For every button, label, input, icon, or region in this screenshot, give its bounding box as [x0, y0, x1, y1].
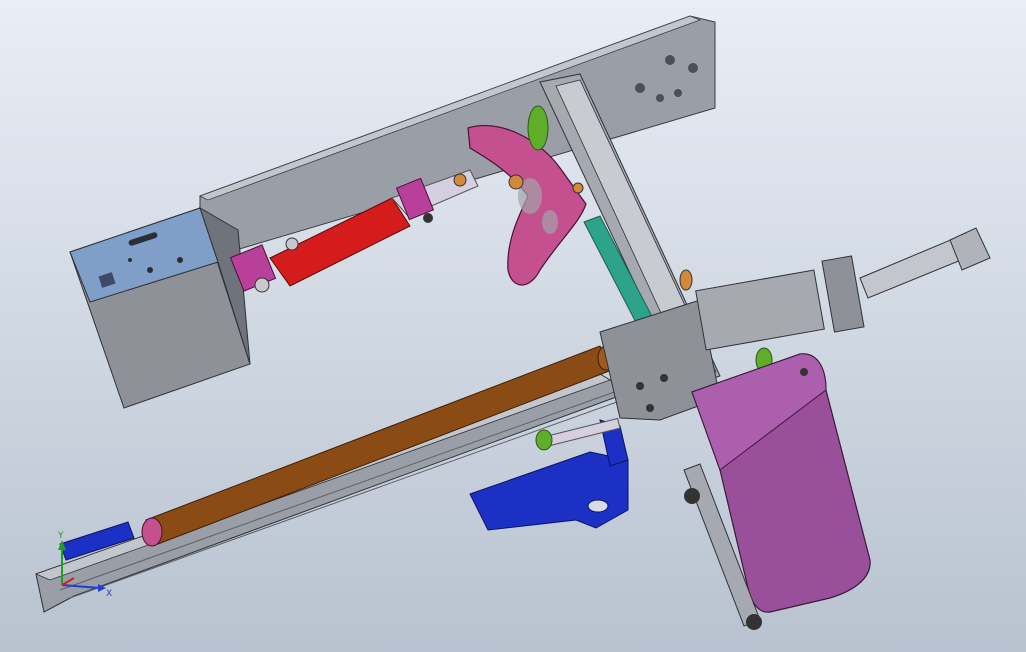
gripper-assembly[interactable] — [679, 227, 991, 373]
control-box[interactable] — [69, 206, 251, 409]
purple-motor-housing[interactable] — [691, 353, 871, 613]
cad-model-canvas[interactable]: Y X — [0, 0, 1026, 652]
triad-x-label: X — [106, 589, 112, 599]
triad-y-label: Y — [57, 531, 64, 541]
cad-viewport[interactable]: Y X — [0, 0, 1026, 652]
